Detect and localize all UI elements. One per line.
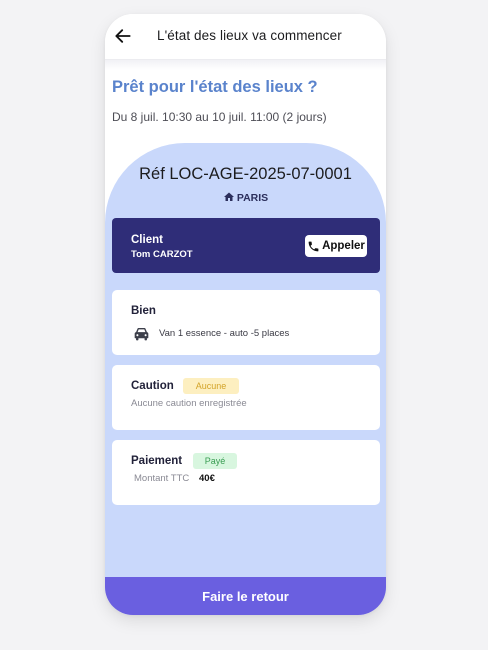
home-icon [223,192,234,201]
client-name: Tom CARZOT [131,249,193,260]
caution-card: Caution Aucune Aucune caution enregistré… [112,365,380,430]
location-label: PARIS [236,192,269,204]
payment-status-badge: Payé [193,453,237,469]
agency-location: PARIS [105,191,386,204]
page-title: L'état des lieux va commencer [157,28,342,43]
caution-status-badge: Aucune [183,378,239,394]
ready-heading: Prêt pour l'état des lieux ? [112,78,318,96]
rental-dates: Du 8 juil. 10:30 au 10 juil. 11:00 (2 jo… [112,110,327,124]
caution-label: Caution [131,380,174,392]
vehicle-description: Van 1 essence - auto -5 places [159,328,290,339]
phone-screen: L'état des lieux va commencer Prêt pour … [105,14,386,615]
return-button-label: Faire le retour [202,588,289,604]
phone-icon [308,241,319,251]
paiement-card: Paiement Payé Montant TTC 40€ [112,440,380,505]
vehicle-row: Van 1 essence - auto -5 places [133,326,289,341]
client-label: Client [131,234,163,246]
back-arrow-icon[interactable] [113,26,133,46]
return-button[interactable]: Faire le retour [105,577,386,615]
amount-value: 40€ [199,473,215,484]
bien-label: Bien [131,305,156,317]
top-app-bar: L'état des lieux va commencer [105,14,386,60]
bien-card: Bien Van 1 essence - auto -5 places [112,290,380,355]
paiement-label: Paiement [131,455,183,467]
amount-label: Montant TTC [134,473,190,484]
header-shadow [105,60,386,70]
caution-description: Aucune caution enregistrée [131,398,247,409]
call-button-label: Appeler [322,240,365,252]
rental-reference: Réf LOC-AGE-2025-07-0001 [139,165,352,183]
client-card: Client Tom CARZOT Appeler [112,218,380,273]
car-icon [134,328,149,341]
call-button[interactable]: Appeler [305,235,367,257]
